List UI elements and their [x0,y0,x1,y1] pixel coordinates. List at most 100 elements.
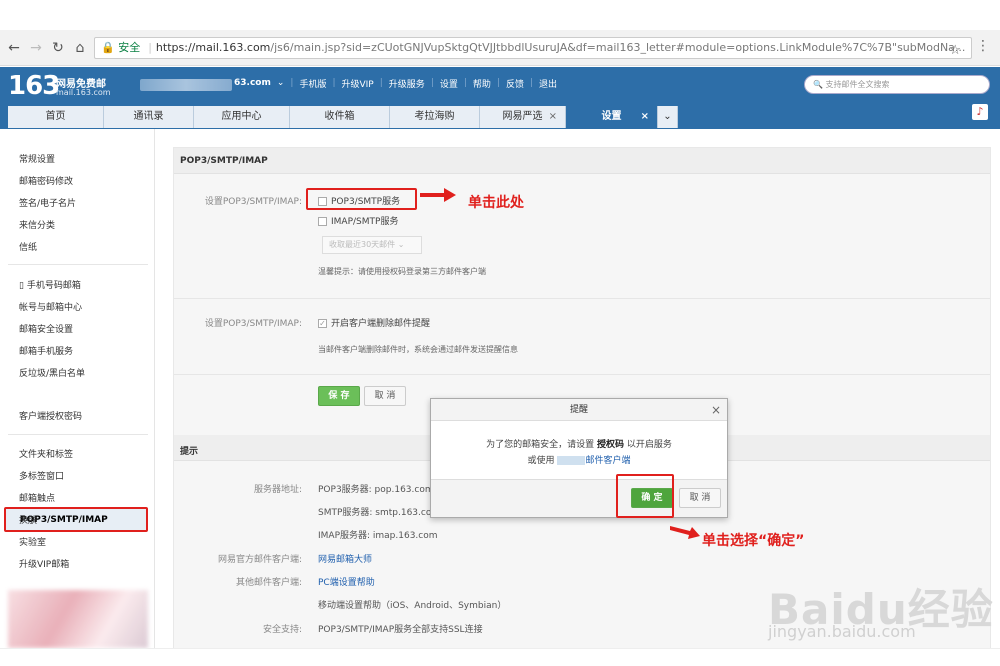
chevron-down-icon[interactable]: ⌄ [277,78,291,88]
ok-highlight-box [616,474,674,518]
sidebar-item-multitab[interactable]: 多标签窗口 [19,469,64,482]
bottom-strip [0,648,1000,666]
imap-checkbox[interactable] [318,217,327,226]
sidebar-item-lab[interactable]: 实验室 [19,535,46,548]
annotation-click-confirm: 单击选择“确定” [702,533,805,549]
tab-contacts[interactable]: 通讯录 [104,106,194,128]
dialog-header: 提醒 × [431,399,727,421]
other-client-label: 其他邮件客户端: [235,578,302,588]
close-icon[interactable]: × [641,106,649,128]
sidebar-item-stationery[interactable]: 信纸 [19,240,37,253]
delete-reminder-option[interactable]: ✓ 开启客户端删除邮件提醒 [318,316,430,329]
hint-title: 提示 [180,447,199,457]
pop3-server: POP3服务器: pop.163.com [318,485,434,495]
lock-icon: 🔒 [101,41,115,54]
tab-settings[interactable]: 设置 × [566,106,658,128]
tab-kaola[interactable]: 考拉海购 [390,106,480,128]
sidebar-item-signature[interactable]: 签名/电子名片 [19,196,76,209]
dialog-message-line1: 为了您的邮箱安全，请设置 授权码 以开启服务 [431,437,727,450]
music-icon[interactable]: ♪ [972,104,988,120]
delete-reminder-desc: 当邮件客户端删除邮件时，系统会通过邮件发送提醒信息 [318,345,518,354]
account-suffix[interactable]: 63.com [234,78,277,88]
imap-option[interactable]: IMAP/SMTP服务 [318,214,398,227]
divider [174,298,990,299]
sidebar-item-client-auth[interactable]: 客户端授权密码 [19,409,82,422]
server-address-label: 服务器地址: [253,485,302,495]
phone-icon: ▯ [19,281,24,291]
secure-label: 安全 [118,41,141,54]
sidebar-item-account-center[interactable]: 帐号与邮箱中心 [19,300,82,313]
nav-feedback[interactable]: 反馈 [500,77,530,90]
sidebar-item-folders[interactable]: 文件夹和标签 [19,447,73,460]
sidebar-item-vip[interactable]: 升级VIP邮箱 [19,557,69,570]
url-path: /js6/main.jsp?sid=zCUotGNJVupSktgQtVJJtb… [270,41,966,54]
sidebar-item-skin[interactable]: 换肤 [19,513,37,526]
back-icon[interactable]: ← [6,40,22,56]
tab-home[interactable]: 首页 [8,106,104,128]
search-icon: 🔍 [813,80,823,89]
star-icon[interactable]: ☆ [949,41,961,58]
address-bar[interactable]: 🔒 安全 | https://mail.163.com/js6/main.jsp?s… [94,37,972,59]
settings-sidebar: 常规设置 邮箱密码修改 签名/电子名片 来信分类 信纸 ▯ 手机号码邮箱 帐号与… [0,129,155,649]
pc-help-link[interactable]: PC端设置帮助 [318,575,375,588]
blurred-text [557,456,586,465]
sidebar-item-antispam[interactable]: 反垃圾/黑白名单 [19,366,85,379]
kebab-icon[interactable]: ⋮ [976,38,990,54]
checkmark-icon[interactable]: ✓ [318,319,327,328]
chevron-down-icon: ⌄ [397,240,405,249]
tab-inbox[interactable]: 收件箱 [290,106,390,128]
search-input[interactable]: 🔍 支持邮件全文搜索 [804,75,990,94]
pop3-highlight-box [306,188,417,210]
mobile-help[interactable]: 移动端设置帮助（iOS、Android、Symbian） [318,598,506,611]
account-name-blurred [140,79,232,91]
dialog-line1-key: 授权码 [596,440,624,450]
section-title: POP3/SMTP/IMAP [180,156,268,166]
tab-apps[interactable]: 应用中心 [194,106,290,128]
setting-label: 设置POP3/SMTP/IMAP: [204,197,302,207]
arrow-icon [670,526,700,539]
fetch-range-select[interactable]: 收取最近30天邮件 ⌄ [322,236,422,254]
sidebar-item-general[interactable]: 常规设置 [19,152,55,165]
nav-mobile[interactable]: 手机版 [293,77,332,90]
tabs-more-chevron-icon[interactable]: ⌄ [658,106,678,128]
sidebar-item-mobile-service[interactable]: 邮箱手机服务 [19,344,73,357]
sidebar-item-filter[interactable]: 来信分类 [19,218,55,231]
save-button[interactable]: 保 存 [318,386,360,406]
dialog-cancel-button[interactable]: 取 消 [679,488,721,508]
nav-logout[interactable]: 退出 [533,77,563,90]
delete-reminder-label: 开启客户端删除邮件提醒 [331,319,431,329]
sidebar-item-phone-mail-label: 手机号码邮箱 [26,281,81,291]
security-value: POP3/SMTP/IMAP服务全部支持SSL连接 [318,625,483,635]
nav-help[interactable]: 帮助 [467,77,497,90]
setting-label-2: 设置POP3/SMTP/IMAP: [204,319,302,329]
nav-vip[interactable]: 升级VIP [336,77,380,90]
dialog-line1-post: 以开启服务 [626,440,672,450]
dialog-line1-pre: 为了您的邮箱安全，请设置 [486,440,595,450]
search-placeholder: 支持邮件全文搜索 [825,80,890,89]
close-icon[interactable]: × [549,106,557,128]
forward-icon[interactable]: → [28,40,44,56]
divider [174,374,990,375]
official-client-link[interactable]: 网易邮箱大师 [318,552,372,565]
sidebar-item-security[interactable]: 邮箱安全设置 [19,322,73,335]
tab-yanxuan[interactable]: 网易严选 × [480,106,566,128]
browser-toolbar: ← → ↻ ⌂ 🔒 安全 | https://mail.163.com/js6/ma… [0,30,1000,66]
sidebar-ad-blurred [8,590,148,648]
close-icon[interactable]: × [711,399,721,421]
sidebar-item-password[interactable]: 邮箱密码修改 [19,174,73,187]
tab-bar: 首页 通讯录 应用中心 收件箱 考拉海购 网易严选 × 设置 × ⌄ [8,106,678,128]
tab-yanxuan-label: 网易严选 [502,111,543,122]
nav-settings[interactable]: 设置 [434,77,464,90]
tab-settings-label: 设置 [601,111,622,122]
home-icon[interactable]: ⌂ [72,40,88,56]
dialog-title: 提醒 [569,405,588,415]
sidebar-item-phone-mail[interactable]: ▯ 手机号码邮箱 [19,278,81,291]
dialog-client-link[interactable]: 邮件客户端 [585,456,630,466]
baidu-watermark-domain: jingyan.baidu.com [768,622,916,641]
reload-icon[interactable]: ↻ [50,40,66,56]
sidebar-item-contact-points[interactable]: 邮箱触点 [19,491,55,504]
cancel-button[interactable]: 取 消 [364,386,406,406]
security-label: 安全支持: [262,625,302,635]
tab-kaola-label: 考拉海购 [414,111,455,122]
nav-upgrade[interactable]: 升级服务 [383,77,431,90]
